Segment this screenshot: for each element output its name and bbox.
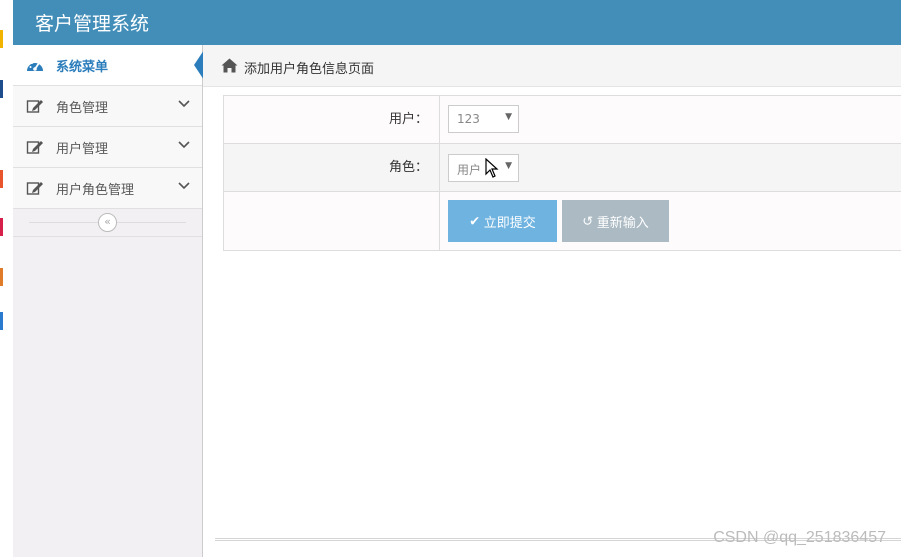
sidebar-item-label: 用户角色管理 bbox=[56, 183, 135, 198]
breadcrumb: 添加用户角色信息页面 bbox=[203, 45, 901, 87]
chevron-down-icon bbox=[178, 100, 190, 108]
mouse-pointer-icon bbox=[485, 158, 499, 178]
sidebar-item-label: 用户管理 bbox=[56, 142, 109, 157]
form-cell: 用户 ▼ bbox=[440, 144, 901, 191]
form-cell: ✔ 立即提交 ↺ 重新输入 bbox=[440, 192, 901, 250]
form-cell: 123 ▼ bbox=[440, 96, 901, 143]
caret-down-icon: ▼ bbox=[505, 161, 512, 171]
edit-icon bbox=[26, 182, 43, 195]
user-label: 用户： bbox=[224, 96, 440, 143]
user-role-form: 用户： 123 ▼ 角色： 用户 ▼ ✔ 立即提交 ↺ 重新输入 bbox=[223, 95, 901, 251]
check-icon: ✔ bbox=[469, 213, 481, 228]
empty-label bbox=[224, 192, 440, 250]
caret-down-icon: ▼ bbox=[505, 112, 512, 122]
sidebar-item-user-role-management[interactable]: 用户角色管理 bbox=[13, 168, 202, 209]
sidebar: 系统菜单 角色管理 用户管理 用户角色管理 « bbox=[13, 45, 204, 557]
breadcrumb-text: 添加用户角色信息页面 bbox=[244, 62, 375, 77]
edit-icon bbox=[26, 100, 43, 113]
submit-button[interactable]: ✔ 立即提交 bbox=[448, 200, 557, 242]
form-row-role: 角色： 用户 ▼ bbox=[224, 144, 901, 192]
chevron-down-icon bbox=[178, 182, 190, 190]
role-select-value: 用户 bbox=[457, 163, 482, 177]
role-select[interactable]: 用户 ▼ bbox=[448, 154, 519, 182]
undo-icon: ↺ bbox=[582, 213, 594, 228]
watermark: CSDN @qq_251836457 bbox=[713, 529, 886, 546]
top-navbar: 客户管理系统 bbox=[13, 0, 901, 45]
reset-label: 重新输入 bbox=[596, 214, 649, 230]
submit-label: 立即提交 bbox=[483, 214, 536, 230]
chevron-down-icon bbox=[178, 141, 190, 149]
home-icon[interactable] bbox=[221, 58, 238, 73]
collapse-sidebar-button[interactable]: « bbox=[98, 213, 117, 232]
user-select-value: 123 bbox=[457, 112, 480, 126]
sidebar-collapse: « bbox=[13, 209, 202, 237]
sidebar-item-user-management[interactable]: 用户管理 bbox=[13, 127, 202, 168]
app-title: 客户管理系统 bbox=[35, 13, 150, 35]
reset-button[interactable]: ↺ 重新输入 bbox=[562, 200, 669, 242]
role-label: 角色： bbox=[224, 144, 440, 191]
sidebar-item-label: 角色管理 bbox=[56, 101, 109, 116]
dashboard-icon bbox=[27, 60, 43, 71]
edit-icon bbox=[26, 141, 43, 154]
sidebar-item-role-management[interactable]: 角色管理 bbox=[13, 86, 202, 127]
user-select[interactable]: 123 ▼ bbox=[448, 105, 519, 133]
desktop-edge-strip bbox=[0, 0, 13, 557]
form-row-user: 用户： 123 ▼ bbox=[224, 96, 901, 144]
form-row-actions: ✔ 立即提交 ↺ 重新输入 bbox=[224, 192, 901, 250]
sidebar-item-label: 系统菜单 bbox=[56, 60, 109, 75]
sidebar-item-system-menu[interactable]: 系统菜单 bbox=[13, 45, 204, 86]
